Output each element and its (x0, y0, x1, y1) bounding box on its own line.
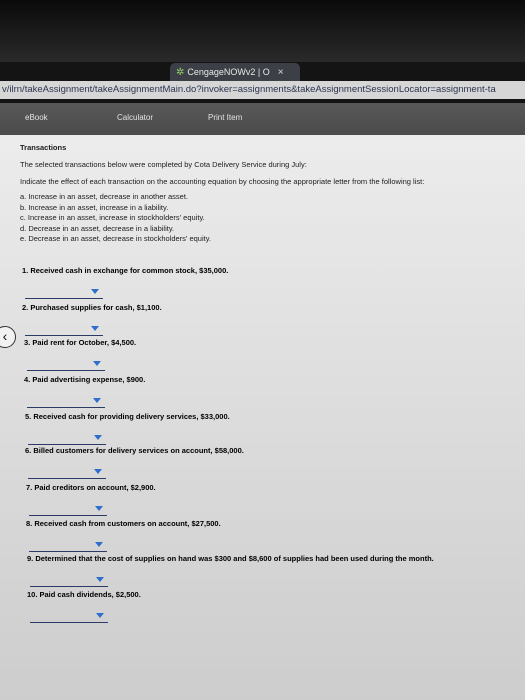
question-text: 10. Paid cash dividends, $2,500. (27, 590, 141, 599)
dropdown-arrow-icon (96, 613, 104, 618)
answer-dropdown-2[interactable] (25, 323, 103, 336)
option-b: b. Increase in an asset, increase in a l… (20, 202, 169, 212)
page-title: Transactions (20, 143, 67, 152)
calculator-button[interactable]: Calculator (117, 113, 153, 122)
question-text: 9. Determined that the cost of supplies … (27, 554, 434, 563)
answer-dropdown-9[interactable] (30, 574, 108, 587)
cengage-icon: ✲ (176, 66, 185, 78)
print-item-button[interactable]: Print Item (208, 113, 242, 122)
answer-dropdown-5[interactable] (28, 432, 106, 445)
tab-title: CengageNOWv2 | O (187, 67, 270, 77)
question-7: 7. Paid creditors on account, $2,900. (26, 483, 525, 516)
question-4: 4. Paid advertising expense, $900. (24, 375, 524, 408)
question-text: 5. Received cash for providing delivery … (25, 412, 230, 421)
dropdown-arrow-icon (93, 398, 101, 403)
question-text: 3. Paid rent for October, $4,500. (24, 338, 137, 347)
address-bar[interactable]: v/ilrn/takeAssignment/takeAssignmentMain… (0, 81, 525, 99)
dropdown-arrow-icon (91, 326, 99, 331)
question-5: 5. Received cash for providing delivery … (25, 412, 525, 445)
question-text: 1. Received cash in exchange for common … (22, 266, 229, 275)
close-tab-icon[interactable]: × (278, 67, 284, 78)
dropdown-arrow-icon (94, 435, 102, 440)
question-6: 6. Billed customers for delivery service… (25, 446, 525, 479)
assignment-toolbar: eBook Calculator Print Item (0, 103, 525, 135)
dropdown-arrow-icon (96, 577, 104, 582)
question-text: 8. Received cash from customers on accou… (26, 519, 221, 528)
question-text: 4. Paid advertising expense, $900. (24, 375, 146, 384)
ebook-button[interactable]: eBook (25, 113, 48, 122)
answer-dropdown-6[interactable] (28, 466, 106, 479)
browser-tab[interactable]: ✲ CengageNOWv2 | O × (170, 63, 300, 81)
question-text: 6. Billed customers for delivery service… (25, 446, 244, 455)
dropdown-arrow-icon (94, 469, 102, 474)
answer-dropdown-4[interactable] (27, 395, 105, 408)
option-a: a. Increase in an asset, decrease in ano… (20, 192, 189, 201)
answer-dropdown-10[interactable] (30, 610, 108, 623)
intro-text: The selected transactions below were com… (20, 160, 307, 169)
url-text: v/ilrn/takeAssignment/takeAssignmentMain… (2, 84, 496, 95)
question-3: 3. Paid rent for October, $4,500. (24, 338, 524, 371)
option-c: c. Increase in an asset, increase in sto… (20, 213, 205, 222)
question-9: 9. Determined that the cost of supplies … (27, 554, 525, 587)
browser-frame (0, 0, 525, 62)
dropdown-arrow-icon (95, 506, 103, 511)
question-text: 7. Paid creditors on account, $2,900. (26, 483, 156, 492)
answer-dropdown-3[interactable] (27, 358, 105, 371)
instruction-text: Indicate the effect of each transaction … (20, 177, 425, 186)
dropdown-arrow-icon (95, 542, 103, 547)
option-e: e. Decrease in an asset, decrease in sto… (20, 234, 211, 243)
question-1: 1. Received cash in exchange for common … (22, 266, 522, 299)
answer-dropdown-8[interactable] (29, 539, 107, 552)
question-text: 2. Purchased supplies for cash, $1,100. (22, 303, 162, 312)
question-10: 10. Paid cash dividends, $2,500. (27, 590, 525, 623)
option-d: d. Decrease in an asset, decrease in a l… (20, 223, 175, 233)
options-list: a. Increase in an asset, decrease in ano… (20, 192, 520, 245)
question-2: 2. Purchased supplies for cash, $1,100. (22, 303, 522, 336)
question-8: 8. Received cash from customers on accou… (26, 519, 525, 552)
dropdown-arrow-icon (91, 289, 99, 294)
answer-dropdown-1[interactable] (25, 286, 103, 299)
answer-dropdown-7[interactable] (29, 503, 107, 516)
dropdown-arrow-icon (93, 361, 101, 366)
assignment-page: Transactions The selected transactions b… (0, 135, 525, 700)
